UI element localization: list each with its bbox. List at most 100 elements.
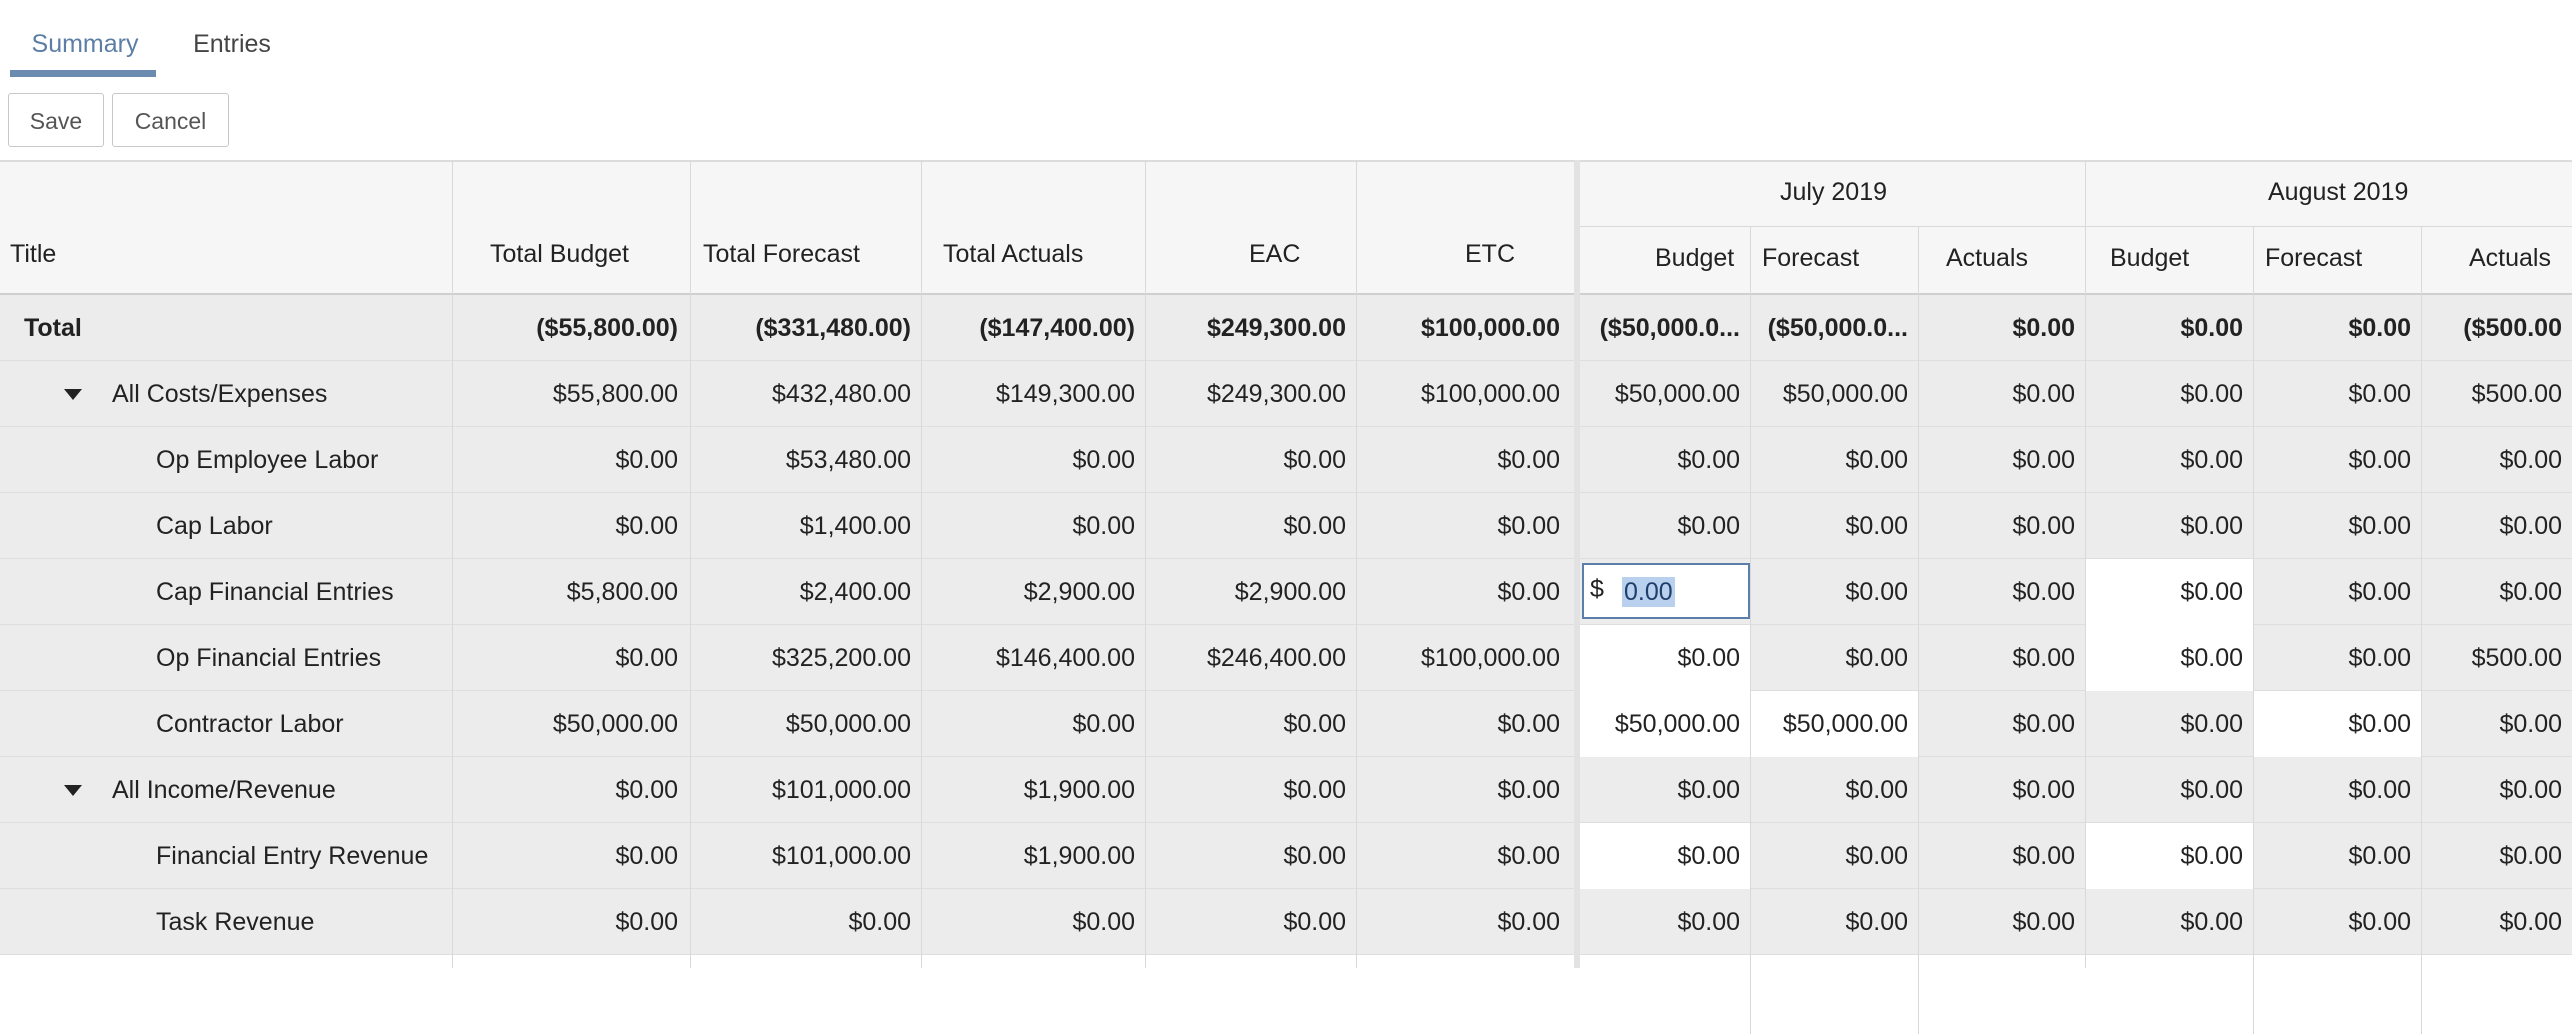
header-month-july: July 2019 <box>1780 178 1888 206</box>
cell-july-actuals: $0.00 <box>2012 842 2075 870</box>
cell-august-budget[interactable]: $0.00 <box>2085 559 2253 625</box>
cell-total-actuals: $0.00 <box>1072 710 1135 738</box>
cell-total-budget: $0.00 <box>615 644 678 672</box>
cell-july-budget[interactable]: $0.00 <box>1580 625 1750 691</box>
cell-july-forecast: $0.00 <box>1845 578 1908 606</box>
caret-down-icon[interactable] <box>64 389 82 400</box>
cell-july-budget[interactable]: $50,000.00 <box>1580 691 1750 757</box>
cell-july-forecast[interactable]: $50,000.00 <box>1750 691 1918 757</box>
july-budget-edit-input[interactable]: $0.00 <box>1582 563 1750 619</box>
cell-july-budget[interactable]: $0.00 <box>1580 823 1750 889</box>
cell-total-actuals: $0.00 <box>1072 908 1135 936</box>
cell-august-forecast: $0.00 <box>2348 644 2411 672</box>
cell-july-actuals: $0.00 <box>2012 380 2075 408</box>
cell-total-budget: $0.00 <box>615 446 678 474</box>
cell-total-forecast: $101,000.00 <box>771 776 911 804</box>
header-total-forecast[interactable]: Total Forecast <box>703 240 860 269</box>
cell-august-actuals: $0.00 <box>2499 578 2562 606</box>
cell-etc: $0.00 <box>1497 446 1560 474</box>
cell-august-actuals: $0.00 <box>2499 512 2562 540</box>
cell-july-actuals: $0.00 <box>2012 578 2075 606</box>
cell-total-actuals: $0.00 <box>1072 446 1135 474</box>
caret-down-icon[interactable] <box>64 785 82 796</box>
cell-etc: $0.00 <box>1497 512 1560 540</box>
cell-total-budget: $0.00 <box>615 908 678 936</box>
cell-august-budget: $0.00 <box>2180 908 2243 936</box>
cell-etc: $100,000.00 <box>1420 380 1560 408</box>
cell-july-budget: ($50,000.0... <box>1599 314 1740 342</box>
header-august-forecast[interactable]: Forecast <box>2265 244 2362 273</box>
cell-total-budget: ($55,800.00) <box>536 314 678 342</box>
tab-entries[interactable]: Entries <box>182 0 282 80</box>
tab-summary[interactable]: Summary <box>30 0 140 80</box>
cell-eac: $0.00 <box>1283 512 1346 540</box>
cell-august-budget[interactable]: $0.00 <box>2085 625 2253 691</box>
cell-total-forecast: $101,000.00 <box>771 842 911 870</box>
table-row: Total ($55,800.00) ($331,480.00) ($147,400.… <box>0 295 2572 361</box>
cancel-button[interactable]: Cancel <box>112 93 229 147</box>
cell-total-forecast: $325,200.00 <box>771 644 911 672</box>
cell-eac: $249,300.00 <box>1206 314 1346 342</box>
cell-total-budget: $0.00 <box>615 512 678 540</box>
cell-august-budget: $0.00 <box>2180 512 2243 540</box>
cell-august-actuals: ($500.00 <box>2463 314 2562 342</box>
table-row: Op Financial Entries $0.00 $325,200.00 $146… <box>0 625 2572 691</box>
cell-august-forecast: $0.00 <box>2348 446 2411 474</box>
header-title[interactable]: Title <box>10 240 56 269</box>
cell-total-actuals: $149,300.00 <box>995 380 1135 408</box>
cell-july-budget: $50,000.00 <box>1614 380 1740 408</box>
cell-total-forecast: $1,400.00 <box>799 512 911 540</box>
cell-july-actuals: $0.00 <box>2012 446 2075 474</box>
cell-august-forecast: $0.00 <box>2348 908 2411 936</box>
cell-etc: $0.00 <box>1497 908 1560 936</box>
cell-july-forecast: $0.00 <box>1845 512 1908 540</box>
column-divider <box>690 160 691 968</box>
cell-total-actuals: ($147,400.00) <box>979 314 1135 342</box>
cell-july-actuals: $0.00 <box>2012 512 2075 540</box>
cell-july-actuals: $0.00 <box>2012 644 2075 672</box>
cell-august-budget: $0.00 <box>2180 446 2243 474</box>
selected-input-value[interactable]: 0.00 <box>1622 577 1675 607</box>
column-divider <box>2421 226 2422 1034</box>
header-total-budget[interactable]: Total Budget <box>490 240 629 269</box>
cell-eac: $2,900.00 <box>1234 578 1346 606</box>
header-august-actuals[interactable]: Actuals <box>2469 244 2551 273</box>
header-total-actuals[interactable]: Total Actuals <box>943 240 1083 269</box>
header-eac[interactable]: EAC <box>1249 240 1300 269</box>
column-divider <box>452 160 453 968</box>
header-month-august: August 2019 <box>2268 178 2409 206</box>
cell-total-forecast: $432,480.00 <box>771 380 911 408</box>
cell-august-actuals: $0.00 <box>2499 908 2562 936</box>
cell-july-budget: $0.00 <box>1677 776 1740 804</box>
cell-eac: $0.00 <box>1283 710 1346 738</box>
cell-total-forecast: $53,480.00 <box>785 446 911 474</box>
frozen-column-splitter[interactable] <box>1574 160 1580 968</box>
cell-july-forecast: $0.00 <box>1845 446 1908 474</box>
cell-august-actuals: $0.00 <box>2499 842 2562 870</box>
column-divider <box>921 160 922 968</box>
cell-august-forecast[interactable]: $0.00 <box>2253 691 2421 757</box>
header-july-actuals[interactable]: Actuals <box>1946 244 2028 273</box>
header-august-budget[interactable]: Budget <box>2110 244 2189 273</box>
cell-eac: $0.00 <box>1283 908 1346 936</box>
cell-august-forecast: $0.00 <box>2348 380 2411 408</box>
table-row: All Costs/Expenses $55,800.00 $432,480.00 $… <box>0 361 2572 427</box>
column-divider <box>2085 160 2086 968</box>
header-july-forecast[interactable]: Forecast <box>1762 244 1859 273</box>
financial-grid: Title Total Budget Total Forecast Total … <box>0 160 2572 1034</box>
cell-total-actuals: $146,400.00 <box>995 644 1135 672</box>
cell-total-actuals: $1,900.00 <box>1023 776 1135 804</box>
table-row: Financial Entry Revenue $0.00 $101,000.00 $… <box>0 823 2572 889</box>
cell-august-actuals: $0.00 <box>2499 776 2562 804</box>
header-july-budget[interactable]: Budget <box>1655 244 1734 273</box>
cell-august-actuals: $0.00 <box>2499 446 2562 474</box>
save-button[interactable]: Save <box>8 93 104 147</box>
header-etc[interactable]: ETC <box>1465 240 1515 269</box>
cell-eac: $0.00 <box>1283 776 1346 804</box>
cell-total-actuals: $1,900.00 <box>1023 842 1135 870</box>
cell-total-budget: $50,000.00 <box>552 710 678 738</box>
cell-august-actuals: $500.00 <box>2471 380 2562 408</box>
cell-july-actuals: $0.00 <box>2012 710 2075 738</box>
cell-total-forecast: $0.00 <box>848 908 911 936</box>
cell-august-budget[interactable]: $0.00 <box>2085 823 2253 889</box>
